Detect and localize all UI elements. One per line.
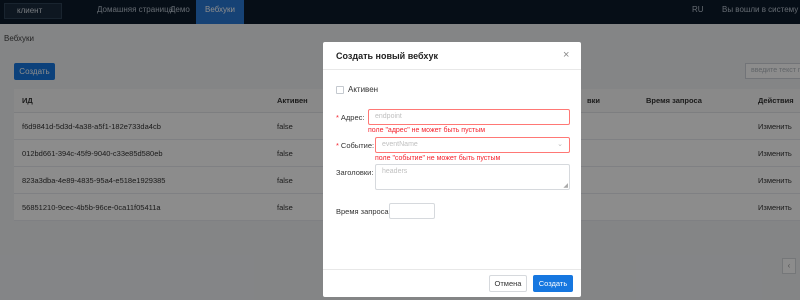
headers-label: Заголовки: [336, 168, 374, 177]
event-placeholder: eventName [382, 141, 418, 148]
request-time-input[interactable] [389, 203, 435, 219]
event-label-text: Событие: [340, 141, 375, 150]
chevron-down-icon: ⌄ [557, 141, 563, 148]
headers-placeholder: headers [382, 168, 408, 175]
headers-textarea[interactable]: headers ◢ [375, 164, 570, 190]
active-checkbox-label: Активен [348, 85, 379, 94]
modal-header: Создать новый вебхук × [323, 42, 581, 70]
create-button[interactable]: Создать [533, 275, 573, 292]
request-time-label: Время запроса: [336, 207, 391, 216]
cancel-button[interactable]: Отмена [489, 275, 527, 292]
modal-title: Создать новый вебхук [336, 51, 438, 61]
event-error: поле "событие" не может быть пустым [375, 155, 501, 162]
create-webhook-modal: Создать новый вебхук × Активен * Адрес: e… [323, 42, 581, 297]
address-error: поле "адрес" не может быть пустым [368, 127, 486, 134]
active-checkbox[interactable] [336, 86, 344, 94]
address-label: * Адрес: [336, 113, 364, 122]
address-input[interactable]: endpoint [368, 109, 570, 125]
required-mark: * [336, 113, 339, 122]
close-icon[interactable]: × [563, 49, 569, 61]
event-label: * Событие: [336, 141, 374, 150]
resize-handle-icon[interactable]: ◢ [563, 183, 568, 189]
required-mark: * [336, 141, 339, 150]
event-select[interactable]: eventName ⌄ [375, 137, 570, 153]
address-label-text: Адрес: [340, 113, 365, 122]
